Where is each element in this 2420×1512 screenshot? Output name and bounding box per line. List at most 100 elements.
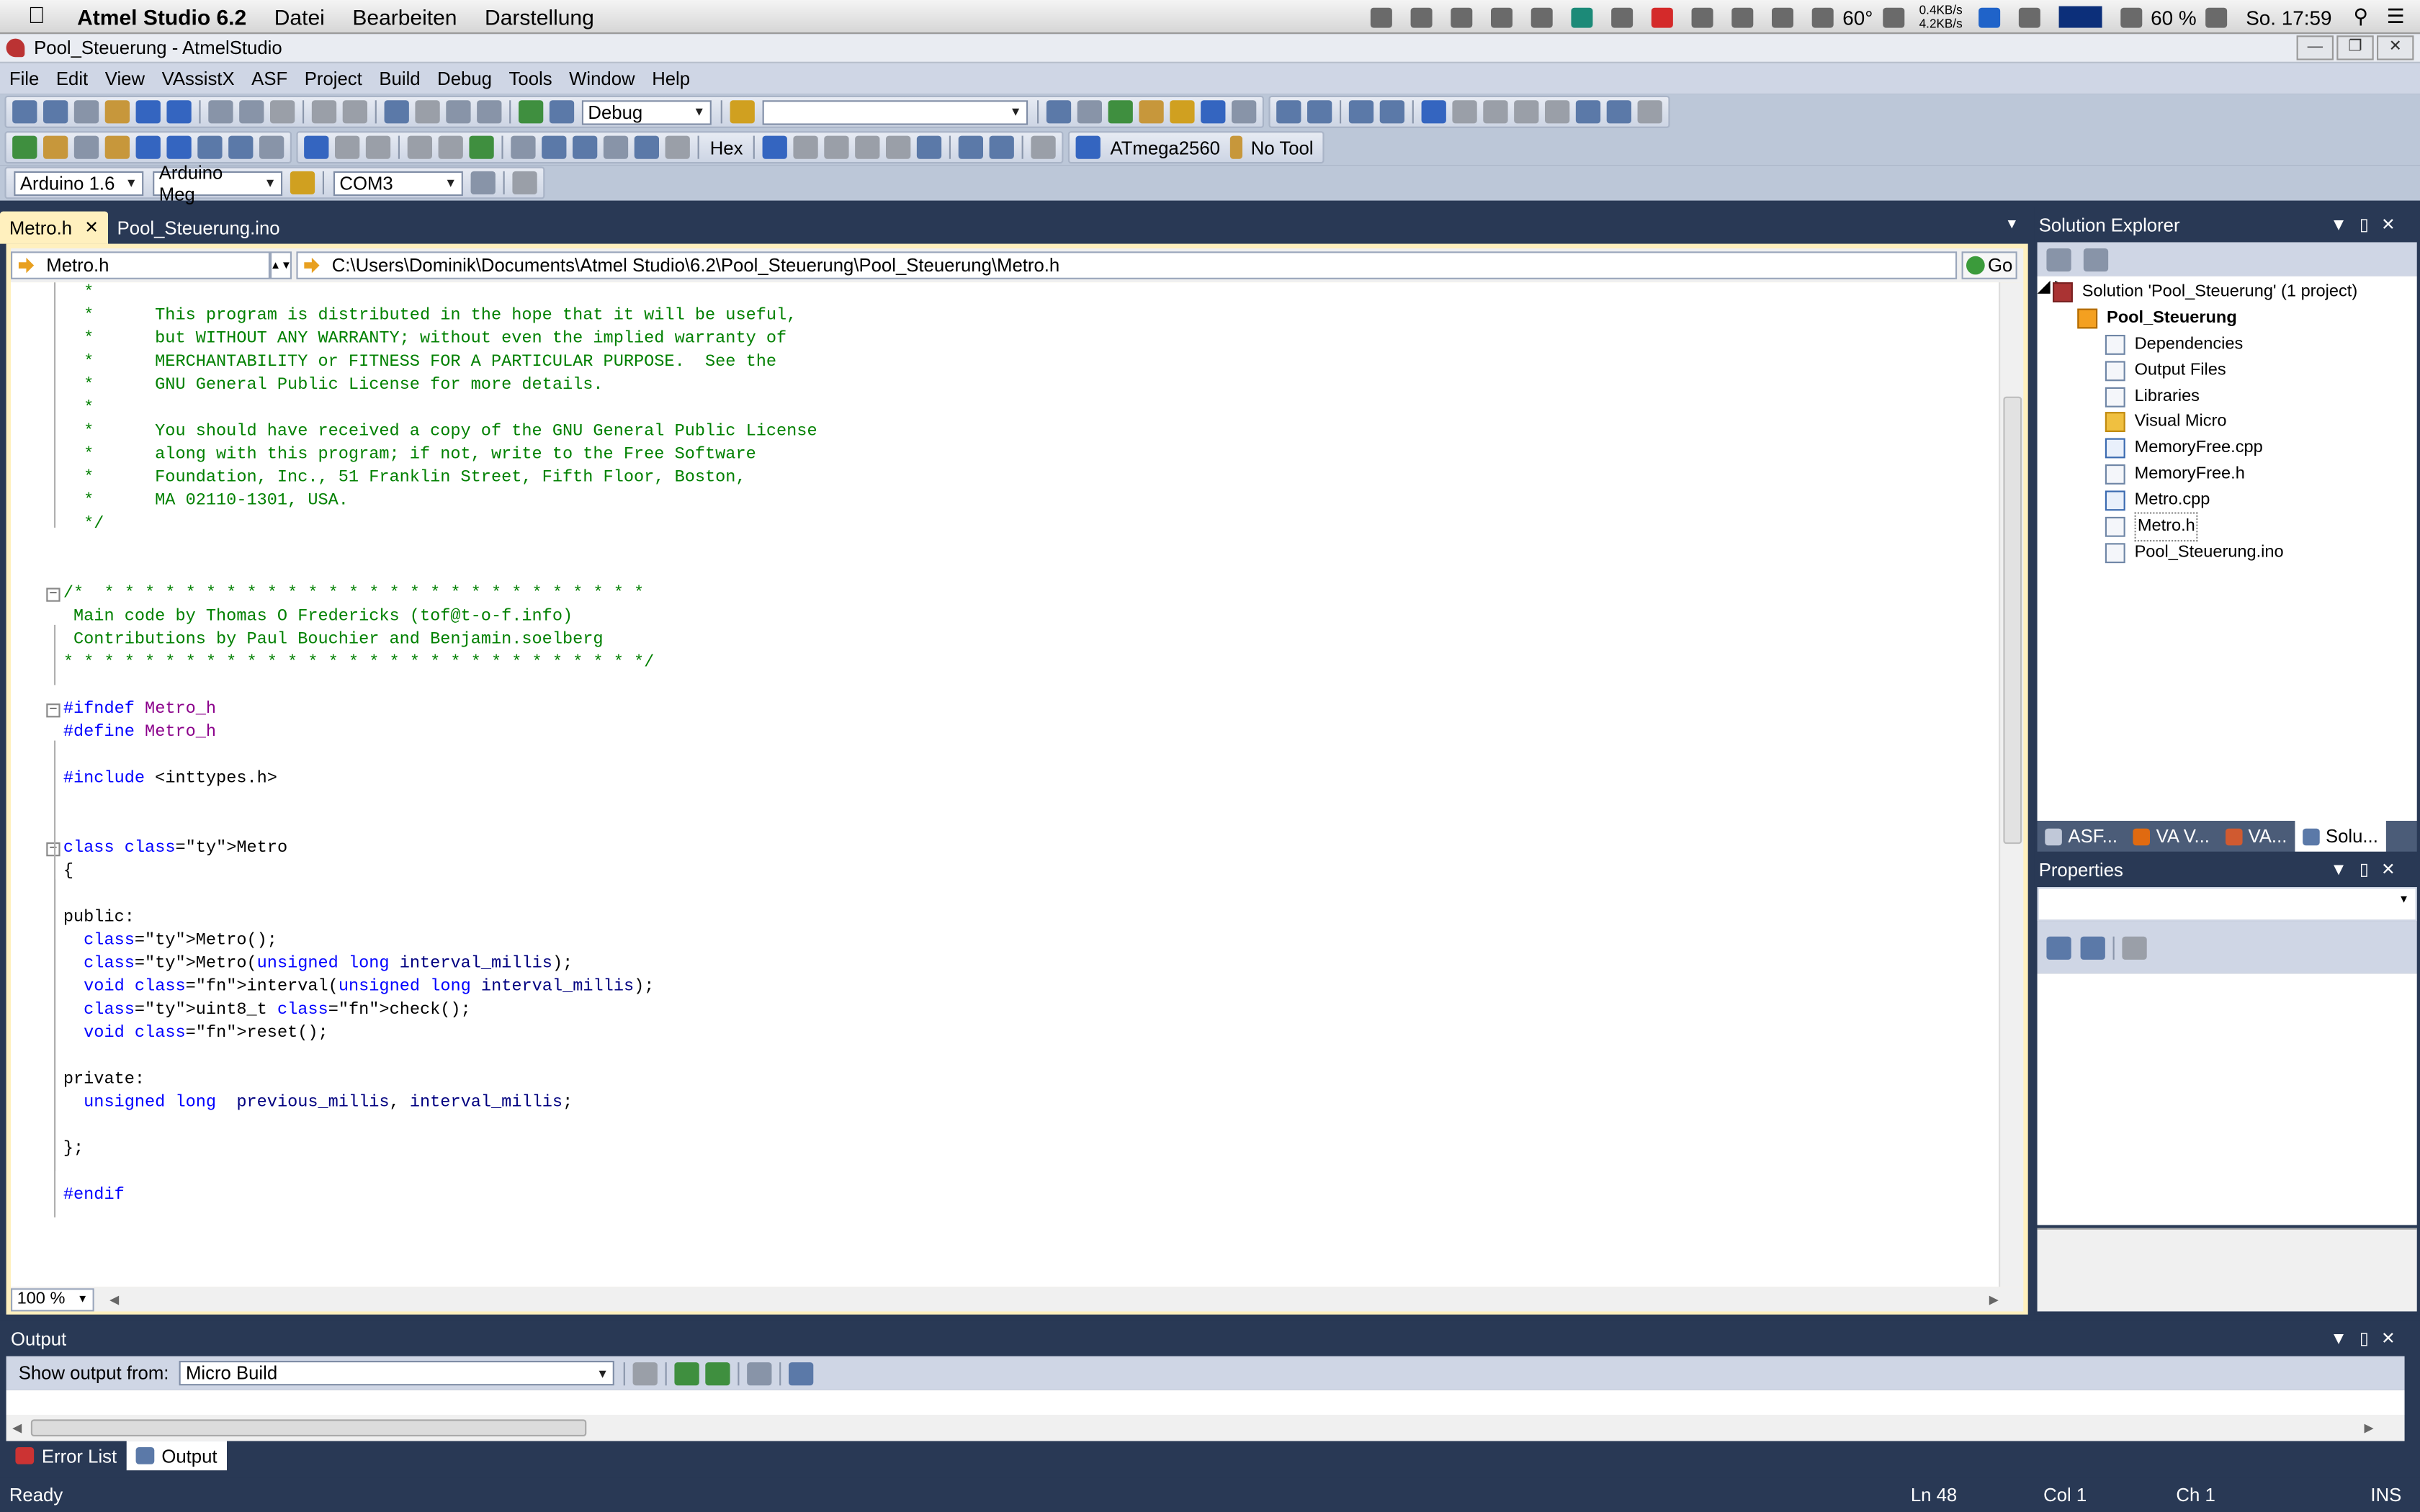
step-into-icon[interactable]: [511, 135, 536, 159]
tab-output[interactable]: Output: [126, 1441, 227, 1471]
undo-icon[interactable]: [311, 100, 337, 124]
output-text[interactable]: [6, 1390, 2405, 1415]
toolbox-icon[interactable]: [1139, 100, 1164, 124]
menu-project[interactable]: Project: [295, 68, 370, 89]
code-line[interactable]: void class="fn">interval(unsigned long i…: [11, 976, 1999, 999]
build-solution-icon[interactable]: [43, 135, 68, 159]
time-machine-icon[interactable]: [1771, 6, 1793, 27]
outdent-icon[interactable]: [1307, 100, 1332, 124]
solution-configuration-select[interactable]: Debug ▼: [581, 99, 712, 125]
start-debug-icon[interactable]: [304, 135, 329, 159]
previous-message-icon[interactable]: [675, 1362, 700, 1385]
code-line[interactable]: class="ty">uint8_t class="fn">check();: [11, 1000, 1999, 1023]
code-line[interactable]: [11, 884, 1999, 907]
show-next-statement-icon[interactable]: [407, 135, 432, 159]
tool-icon[interactable]: [1229, 135, 1242, 159]
prev-bookmark-folder-icon[interactable]: [1514, 100, 1539, 124]
tree-item-memoryfree-h[interactable]: MemoryFree.h: [2105, 462, 2245, 487]
copy-icon[interactable]: [239, 100, 264, 124]
code-line[interactable]: void class="fn">reset();: [11, 1023, 1999, 1046]
serial-port-select[interactable]: COM3 ▼: [333, 170, 463, 196]
next-bookmark-folder-icon[interactable]: [1545, 100, 1570, 124]
menubar-clock[interactable]: So. 17:59: [2246, 6, 2331, 29]
start-debugging-icon[interactable]: [519, 100, 544, 124]
compile-icon[interactable]: [104, 135, 130, 159]
io-view-icon[interactable]: [886, 135, 912, 159]
pin-icon[interactable]: ▯: [2360, 216, 2381, 235]
board-help-icon[interactable]: [290, 171, 315, 194]
navigate-backward-icon[interactable]: [384, 100, 409, 124]
close-window-button[interactable]: ✕: [2377, 35, 2414, 60]
close-icon[interactable]: ✕: [2381, 1330, 2408, 1349]
close-icon[interactable]: ✕: [2381, 861, 2408, 880]
reset-icon[interactable]: [634, 135, 659, 159]
property-grid[interactable]: [2037, 973, 2417, 1225]
tab-asf[interactable]: ASF...: [2038, 825, 2125, 847]
run-to-cursor-icon[interactable]: [603, 135, 629, 159]
menu-debug[interactable]: Debug: [428, 68, 499, 89]
scroll-left-icon[interactable]: ◀: [109, 1292, 119, 1306]
tab-error-list[interactable]: Error List: [6, 1441, 126, 1470]
code-line[interactable]: public:: [11, 907, 1999, 930]
go-button[interactable]: Go: [1961, 251, 2017, 279]
code-line[interactable]: *: [11, 282, 1999, 305]
code-line[interactable]: #define Metro_h: [11, 722, 1999, 745]
board-version-select[interactable]: Arduino 1.6 ▼: [14, 170, 144, 196]
toolbar-overflow-icon[interactable]: [1232, 100, 1257, 124]
zoom-select[interactable]: 100 % ▼: [11, 1287, 94, 1311]
tree-project-node[interactable]: Pool_Steuerung: [2077, 305, 2237, 331]
code-line[interactable]: unsigned long previous_millis, interval_…: [11, 1092, 1999, 1115]
code-line[interactable]: * This program is distributed in the hop…: [11, 305, 1999, 328]
find-in-files-icon[interactable]: [730, 100, 755, 124]
device-chip-icon[interactable]: [1076, 135, 1101, 159]
breakpoints-icon[interactable]: [763, 135, 788, 159]
vertical-scrollbar[interactable]: [1999, 282, 2024, 1287]
tree-item-metro-h[interactable]: Metro.h: [2105, 512, 2199, 542]
spotlight-search-icon[interactable]: ⚲: [2353, 4, 2367, 29]
previous-bookmark-icon[interactable]: [1452, 100, 1477, 124]
sound-icon[interactable]: [1450, 6, 1472, 27]
menu-vassistx[interactable]: VAssistX: [153, 68, 243, 89]
tab-pool-steuerung-ino[interactable]: Pool_Steuerung.ino: [108, 212, 290, 244]
code-line[interactable]: * Foundation, Inc., 51 Franklin Street, …: [11, 467, 1999, 490]
close-icon[interactable]: ✕: [84, 217, 99, 238]
status-app-icon[interactable]: [1370, 6, 1392, 27]
paste-icon[interactable]: [270, 100, 295, 124]
solution-explorer-icon[interactable]: [1046, 100, 1072, 124]
upload-icon[interactable]: [135, 135, 161, 159]
stop-sync-icon[interactable]: [1691, 6, 1713, 27]
menu-tools[interactable]: Tools: [500, 68, 560, 89]
code-line[interactable]: };: [11, 1138, 1999, 1161]
collapse-arrow-icon[interactable]: ◢: [2038, 278, 2051, 297]
memory-window-icon[interactable]: [825, 135, 850, 159]
code-line[interactable]: * along with this program; if not, write…: [11, 444, 1999, 467]
notification-center-icon[interactable]: ☰: [2387, 4, 2405, 29]
scroll-right-icon[interactable]: ▶: [2365, 1421, 2374, 1435]
tree-item-metro-cpp[interactable]: Metro.cpp: [2105, 487, 2210, 513]
scrollbar-thumb[interactable]: [30, 1419, 587, 1436]
spellcheck-icon[interactable]: [228, 135, 254, 159]
save-all-icon[interactable]: [166, 100, 192, 124]
mac-app-menu[interactable]: Atmel Studio 6.2: [77, 4, 246, 28]
rebuild-icon[interactable]: [73, 135, 99, 159]
resize-icon[interactable]: [1882, 6, 1904, 27]
battery-icon[interactable]: [2205, 6, 2228, 27]
code-line[interactable]: [11, 745, 1999, 768]
code-line[interactable]: #include <inttypes.h>: [11, 768, 1999, 791]
hex-toggle-button[interactable]: Hex: [710, 137, 743, 158]
clear-bookmarks-icon[interactable]: [1637, 100, 1662, 124]
tool-options-icon[interactable]: [1031, 135, 1057, 159]
chevron-down-icon[interactable]: ▼: [2330, 861, 2359, 880]
add-existing-icon[interactable]: [73, 100, 99, 124]
serial-monitor-icon[interactable]: [470, 171, 496, 194]
minimize-button[interactable]: —: [2296, 35, 2334, 60]
property-pages-icon[interactable]: [2122, 935, 2147, 959]
scope-spin-icon[interactable]: ▲▼: [270, 251, 292, 279]
code-line[interactable]: Contributions by Paul Bouchier and Benja…: [11, 629, 1999, 652]
menu-help[interactable]: Help: [642, 68, 697, 89]
drive-icon[interactable]: [1410, 6, 1433, 27]
bookmark-icon[interactable]: [1421, 100, 1446, 124]
fold-collapse-icon[interactable]: −: [46, 587, 60, 602]
add-item-icon[interactable]: [43, 100, 68, 124]
pause-debug-icon[interactable]: [438, 135, 463, 159]
